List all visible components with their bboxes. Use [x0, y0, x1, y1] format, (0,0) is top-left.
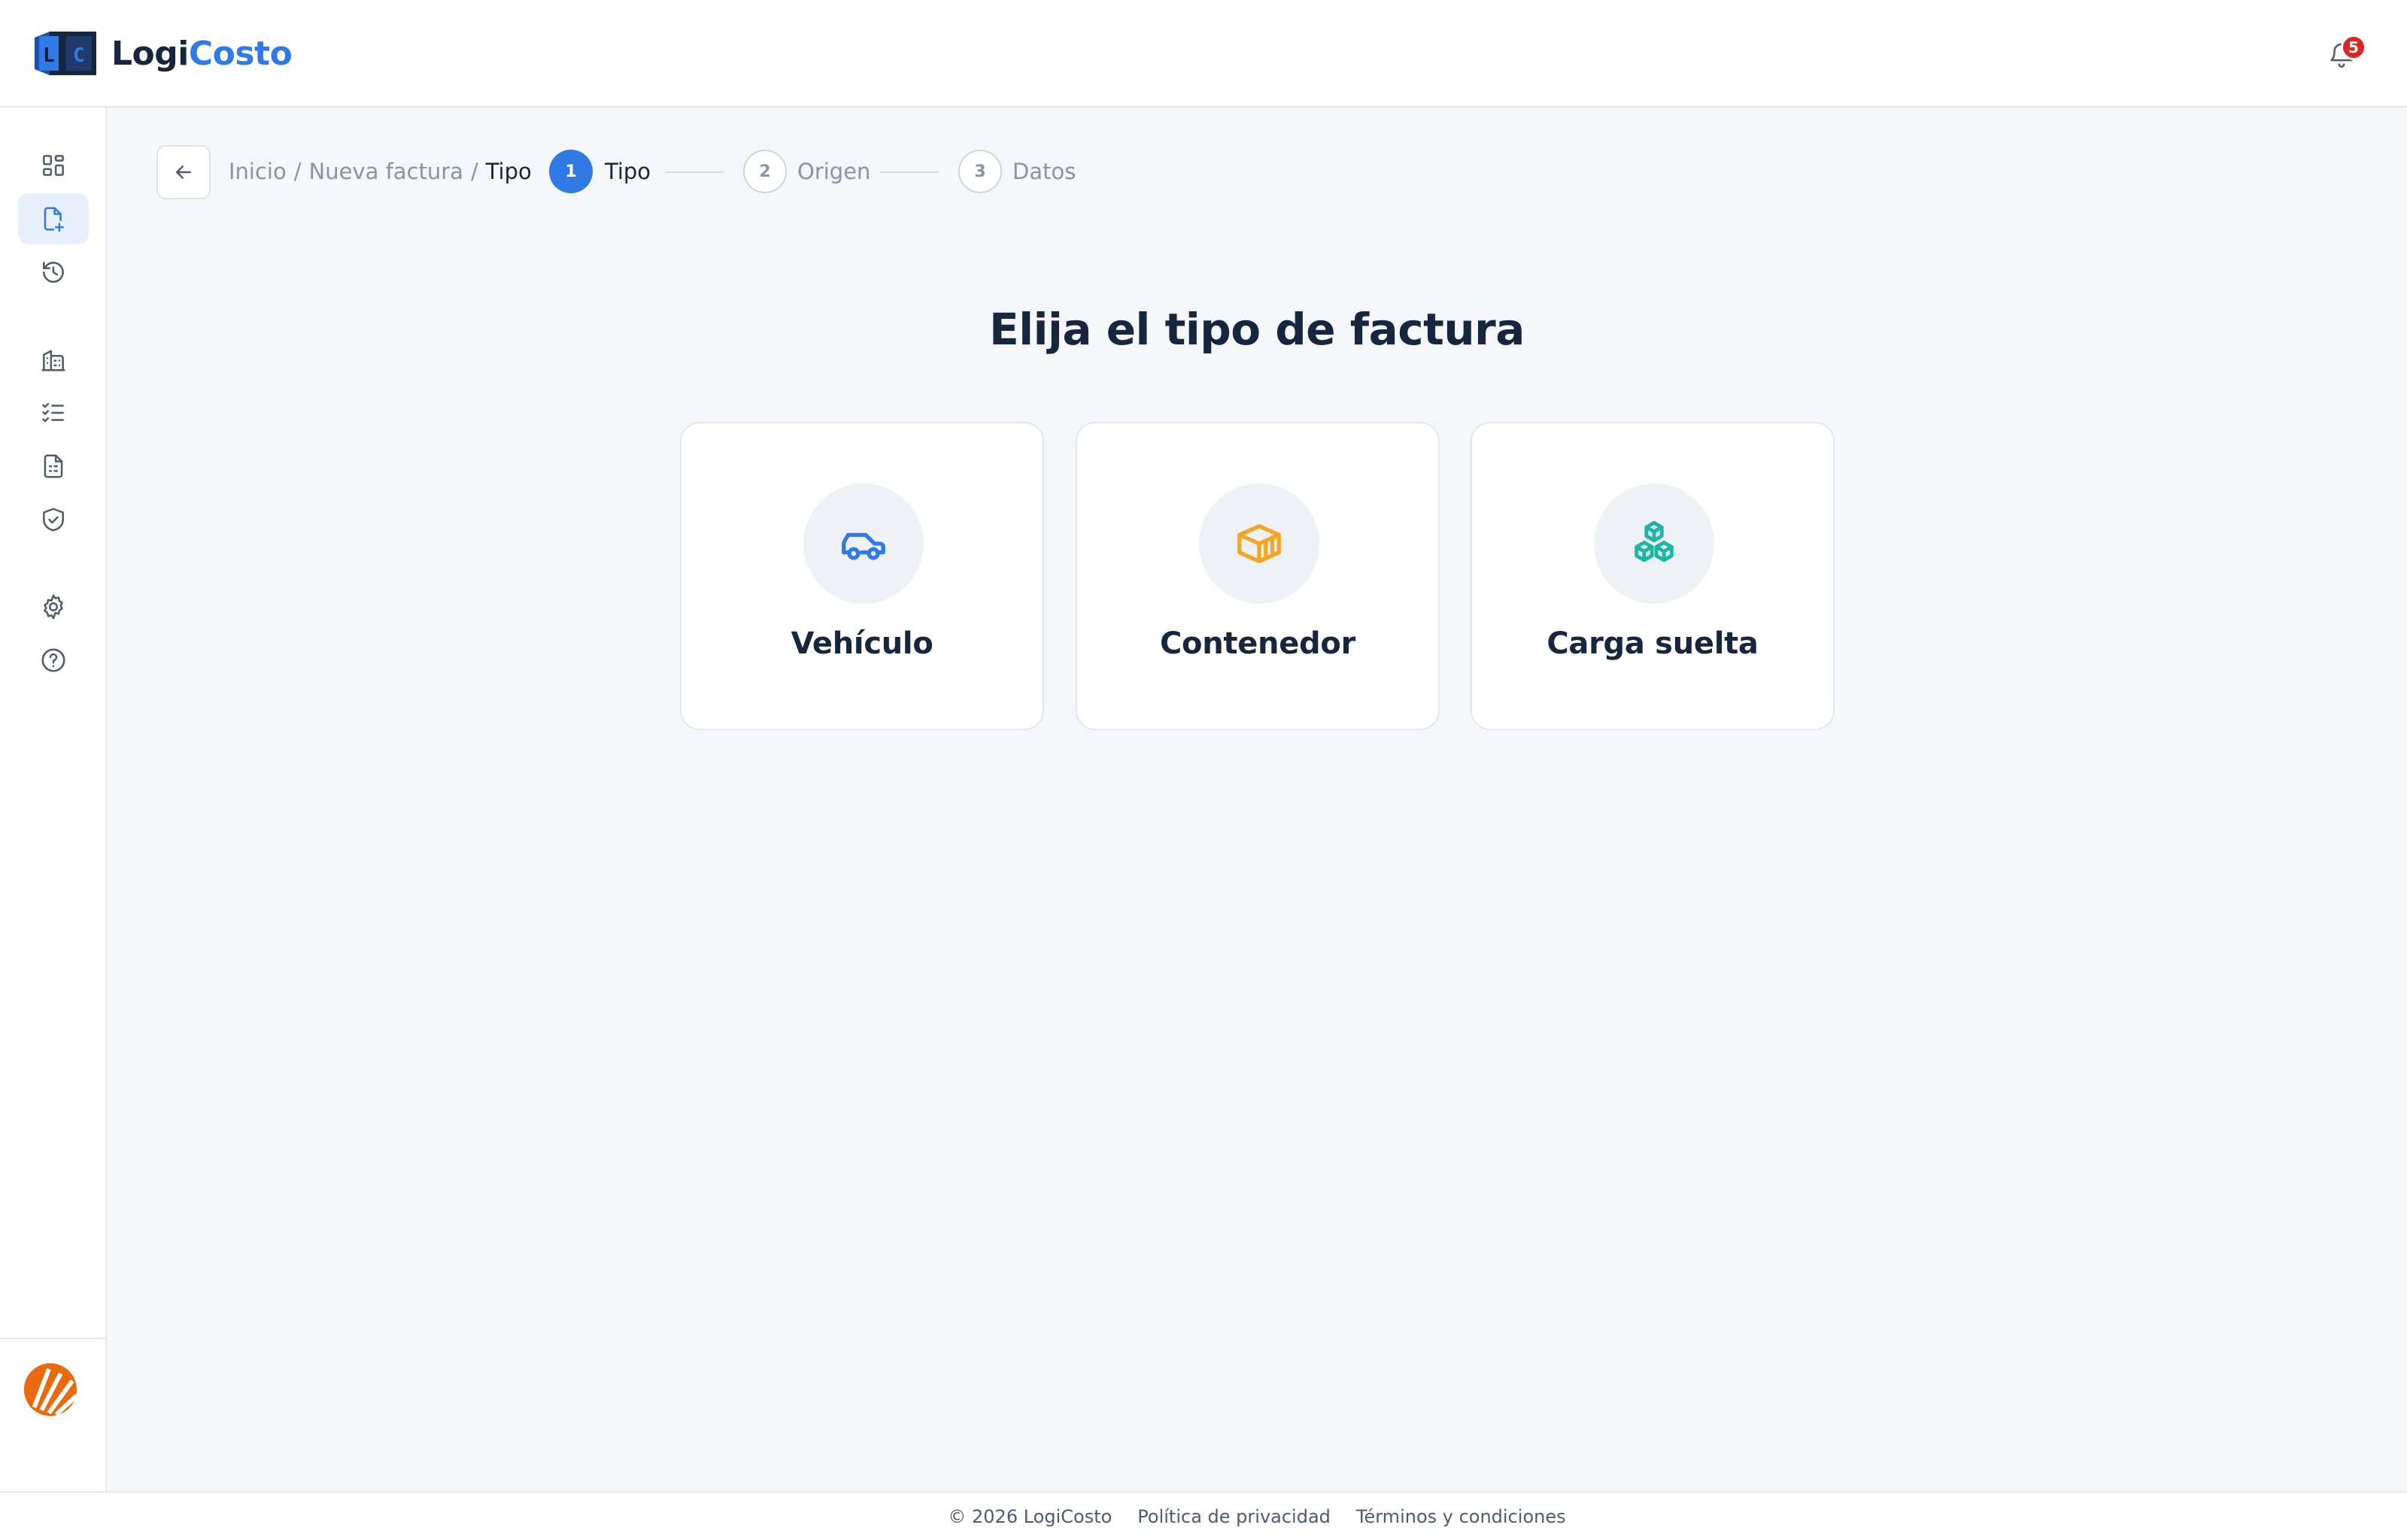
logo-letter-c: C [73, 44, 85, 67]
building-icon [41, 350, 65, 371]
partner-logo-icon [23, 1363, 79, 1417]
sidebar-item-companies[interactable] [18, 334, 89, 385]
logo-mark-icon: L C [35, 32, 96, 75]
car-icon [842, 532, 885, 560]
sidebar-item-history[interactable] [18, 247, 89, 298]
help-circle-icon [41, 648, 65, 672]
footer-copyright: © 2026 LogiCosto [948, 1505, 1112, 1527]
notifications-button[interactable]: 5 [2327, 35, 2366, 71]
card-icon-container [1594, 484, 1714, 604]
sidebar-divider [0, 1338, 105, 1339]
breadcrumb-current: Tipo [485, 159, 532, 184]
breadcrumb-home[interactable]: Inicio [229, 159, 287, 184]
file-plus-icon [44, 207, 64, 232]
logo-text: LogiCosto [111, 34, 293, 73]
sidebar-item-settings[interactable] [18, 581, 89, 632]
step-2-label: Origen [797, 159, 871, 184]
arrow-left-icon [176, 165, 191, 179]
sidebar-item-checklist[interactable] [18, 387, 89, 438]
footer: © 2026 LogiCosto Política de privacidad … [0, 1491, 2407, 1540]
logo-letter-l: L [43, 44, 55, 67]
option-card-loose-cargo[interactable]: Carga suelta [1471, 422, 1835, 730]
gear-icon [44, 594, 63, 620]
card-icon-container [1199, 484, 1319, 604]
card-label: Vehículo [791, 626, 933, 661]
step-3-label: Datos [1012, 159, 1076, 184]
breadcrumb: Inicio / Nueva factura / Tipo [229, 156, 532, 186]
logo-text-part2: Costo [188, 34, 293, 73]
notification-count-badge: 5 [2341, 35, 2366, 60]
step-connector [665, 171, 724, 173]
breadcrumb-separator: / [293, 159, 302, 184]
sidebar-item-reports[interactable] [18, 441, 89, 492]
list-check-icon [42, 402, 64, 423]
card-label: Contenedor [1159, 626, 1355, 661]
card-label: Carga suelta [1546, 626, 1759, 661]
breadcrumb-section[interactable]: Nueva factura [309, 159, 463, 184]
container-icon [1237, 524, 1281, 563]
logo-text-part1: Logi [111, 34, 189, 73]
back-button[interactable] [156, 145, 211, 199]
sidebar-item-security[interactable] [18, 494, 89, 545]
sidebar-item-dashboard[interactable] [18, 140, 89, 191]
file-text-icon [44, 454, 63, 478]
option-card-vehicle[interactable]: Vehículo [680, 422, 1044, 730]
sidebar [0, 108, 107, 1491]
step-3-number: 3 [958, 150, 1002, 193]
top-header: L C LogiCosto 5 [0, 0, 2407, 108]
boxes-icon [1635, 520, 1674, 562]
sidebar-item-help[interactable] [18, 635, 89, 686]
sidebar-item-new-invoice[interactable] [18, 193, 89, 244]
shield-check-icon [43, 508, 64, 532]
footer-terms-link[interactable]: Términos y condiciones [1356, 1506, 1566, 1527]
page-title: Elija el tipo de factura [989, 304, 1525, 355]
footer-privacy-link[interactable]: Política de privacidad [1137, 1506, 1331, 1527]
option-card-container[interactable]: Contenedor [1076, 422, 1440, 730]
logo[interactable]: L C LogiCosto [35, 32, 293, 75]
step-connector [880, 171, 939, 173]
history-icon [43, 262, 64, 283]
step-1-number: 1 [549, 150, 593, 193]
step-2-number: 2 [743, 150, 787, 193]
breadcrumb-separator: / [470, 159, 478, 184]
grid-icon [43, 155, 64, 176]
card-icon-container [803, 484, 924, 604]
step-1-label: Tipo [605, 159, 651, 184]
